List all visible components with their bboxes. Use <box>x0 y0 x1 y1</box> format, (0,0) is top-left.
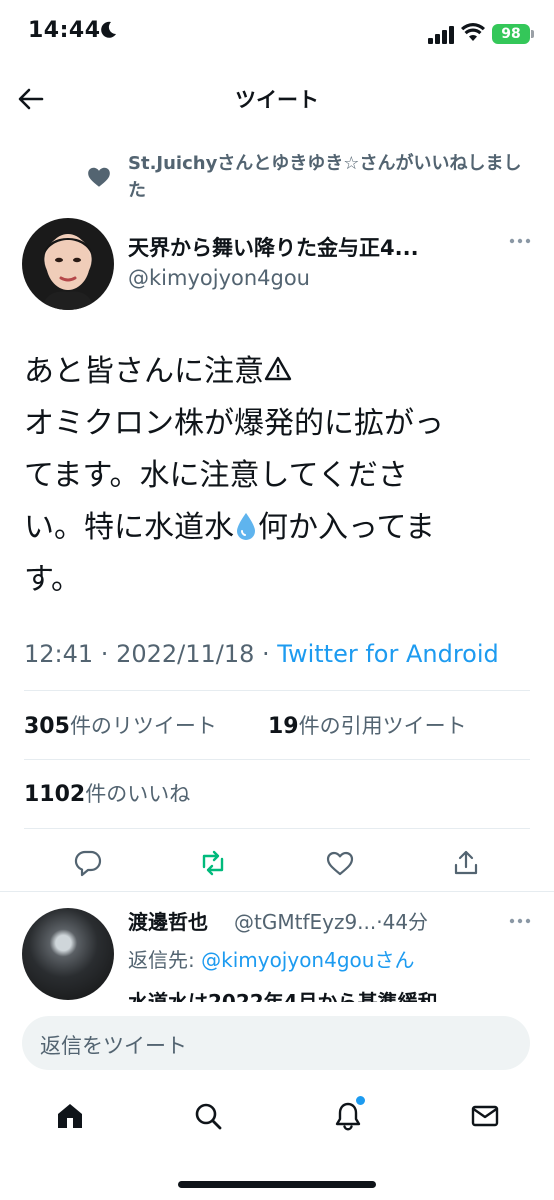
retweets-count: 305 <box>24 714 70 739</box>
retweet-icon[interactable] <box>198 848 228 878</box>
reply-avatar[interactable] <box>22 908 114 1000</box>
droplet-icon <box>237 513 255 540</box>
notification-badge <box>354 1094 367 1107</box>
quotes-label: 件の引用ツイート <box>298 714 467 738</box>
divider <box>24 759 530 760</box>
author-name[interactable]: 天界から舞い降りた金与正4... <box>128 232 498 262</box>
likes-count: 1102 <box>24 782 86 807</box>
like-icon[interactable] <box>325 848 355 878</box>
tweet-date: 2022/11/18 <box>116 640 255 668</box>
search-icon[interactable] <box>192 1100 224 1132</box>
tweet-line-3: てます。水に注意してくださ <box>24 458 408 493</box>
likes-label: 件のいいね <box>85 782 191 806</box>
quotes-count: 19 <box>268 714 299 739</box>
moon-icon <box>101 21 116 38</box>
battery-tip <box>531 30 534 38</box>
retweets-stat[interactable]: 305件のリツイート <box>24 710 217 740</box>
avatar-face <box>42 234 94 310</box>
reply-author-name[interactable]: 渡邊哲也 <box>128 906 208 935</box>
share-icon[interactable] <box>451 848 481 878</box>
tweet-line-2: オミクロン株が爆発的に拡がっ <box>24 406 444 441</box>
tweet-line-4b: 何か入ってま <box>258 510 435 545</box>
tweet-line-5: す。 <box>24 562 81 597</box>
divider <box>24 828 530 829</box>
wifi-icon <box>461 23 485 41</box>
tweet-source-link[interactable]: Twitter for Android <box>277 640 498 668</box>
more-icon[interactable] <box>508 236 532 246</box>
author-handle[interactable]: @kimyojyon4gou <box>128 266 310 290</box>
signal-icon <box>428 26 454 44</box>
battery-indicator: 98 <box>492 24 530 44</box>
back-arrow-icon[interactable] <box>16 84 46 114</box>
retweets-label: 件のリツイート <box>69 714 217 738</box>
meta-separator: · <box>254 640 278 668</box>
reply-composer-placeholder: 返信をツイート <box>40 1034 187 1058</box>
heart-icon <box>88 167 110 187</box>
likes-stat[interactable]: 1102件のいいね <box>24 778 190 808</box>
meta-separator: · <box>93 640 117 668</box>
warning-icon <box>264 356 292 381</box>
more-icon[interactable] <box>508 916 532 926</box>
status-time: 14:44 <box>28 18 101 43</box>
tweet-text: あと皆さんに注意 オミクロン株が爆発的に拡がっ てます。水に注意してくださ い。… <box>24 346 524 606</box>
author-avatar[interactable] <box>22 218 114 310</box>
reply-to: 返信先: @kimyojyon4gouさん <box>128 944 414 973</box>
reply-icon[interactable] <box>73 848 103 878</box>
page-title: ツイート <box>235 88 319 112</box>
messages-icon[interactable] <box>469 1100 501 1132</box>
tweet-line-1: あと皆さんに注意 <box>24 354 264 389</box>
tweet-line-4a: い。特に水道水 <box>24 510 234 545</box>
tweet-meta: 12:41 · 2022/11/18 · Twitter for Android <box>24 640 499 668</box>
reply-to-label: 返信先: <box>128 948 202 972</box>
home-indicator <box>178 1181 376 1188</box>
social-context-text[interactable]: St.Juichyさんとゆきゆき☆さんがいいねしました <box>128 150 528 204</box>
divider <box>24 690 530 691</box>
quotes-stat[interactable]: 19件の引用ツイート <box>268 710 467 740</box>
home-icon[interactable] <box>54 1100 86 1132</box>
reply-to-mention[interactable]: @kimyojyon4gouさん <box>201 948 414 972</box>
divider <box>0 891 554 892</box>
reply-handle-time: @tGMtfEyz9...·44分 <box>234 910 429 934</box>
reply-body[interactable]: 水道水は2022年4月から基準緩和 <box>128 984 538 1002</box>
tweet-time: 12:41 <box>24 640 94 668</box>
